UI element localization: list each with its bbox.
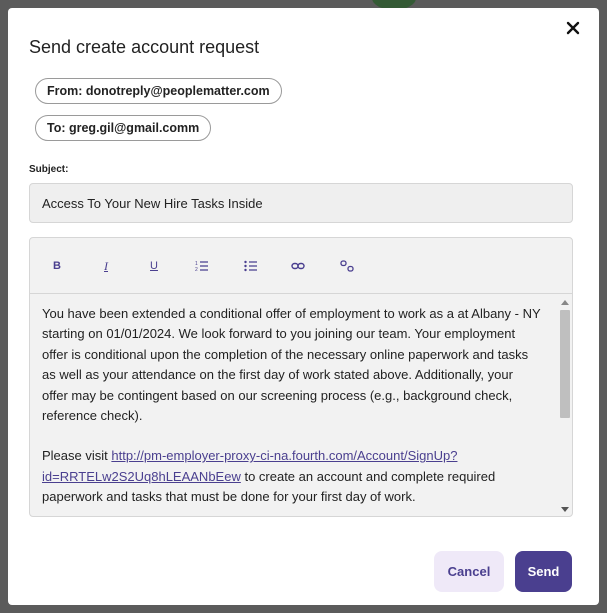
cancel-button[interactable]: Cancel	[434, 551, 504, 592]
scroll-up-arrow-icon[interactable]	[561, 300, 569, 305]
to-address-chip: To: greg.gil@gmail.comm	[35, 115, 212, 141]
link-icon[interactable]	[288, 258, 308, 274]
underline-icon[interactable]: U	[144, 258, 164, 274]
message-body[interactable]: You have been extended a conditional off…	[30, 294, 572, 516]
close-icon[interactable]	[565, 20, 581, 36]
visit-prefix: Please visit	[42, 448, 112, 464]
message-editor: B I U 1 2 You have been extended a condi…	[29, 237, 573, 517]
svg-text:2: 2	[195, 267, 198, 272]
editor-toolbar: B I U 1 2	[30, 238, 572, 294]
message-paragraph-visit: Please visit http://pm-employer-proxy-ci…	[42, 446, 542, 507]
send-request-dialog: Send create account request From: donotr…	[8, 8, 599, 605]
bullet-list-icon[interactable]	[241, 258, 261, 274]
from-address-chip: From: donotreply@peoplematter.com	[35, 78, 282, 104]
send-button[interactable]: Send	[515, 551, 572, 592]
unlink-icon[interactable]	[337, 258, 357, 274]
subject-label: Subject:	[29, 164, 69, 175]
dialog-title: Send create account request	[29, 37, 260, 57]
scroll-down-arrow-icon[interactable]	[561, 507, 569, 512]
ordered-list-icon[interactable]: 1 2	[192, 258, 212, 274]
italic-icon[interactable]: I	[96, 258, 116, 274]
message-scrollbar[interactable]	[558, 294, 572, 516]
subject-input[interactable]: Access To Your New Hire Tasks Inside	[29, 183, 573, 223]
message-text: You have been extended a conditional off…	[42, 304, 542, 516]
bold-icon[interactable]: B	[47, 258, 67, 274]
scroll-thumb[interactable]	[560, 310, 570, 418]
message-paragraph-offer: You have been extended a conditional off…	[42, 306, 541, 424]
